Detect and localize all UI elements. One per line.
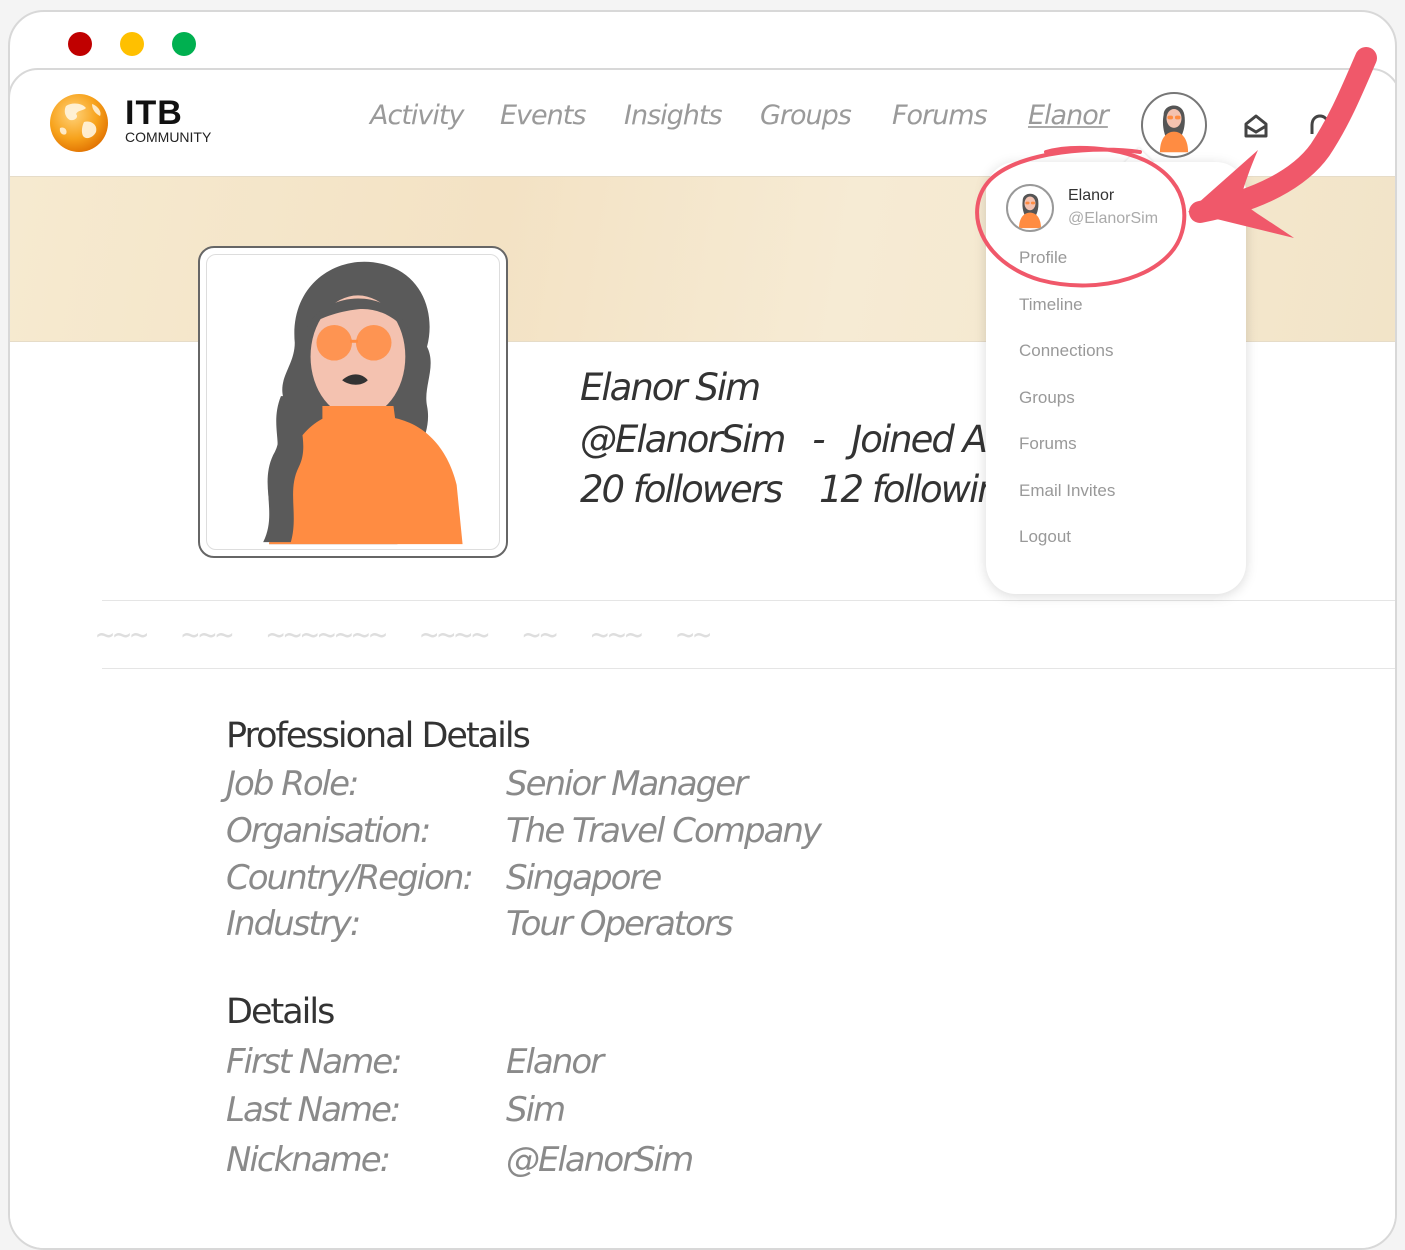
details-title: Details bbox=[226, 992, 335, 1032]
profile-joined: Joined Au bbox=[851, 418, 1009, 461]
country-label: Country/Region: bbox=[226, 858, 474, 898]
dropdown-user-name: Elanor bbox=[1068, 187, 1115, 204]
following-count[interactable]: 12 followin bbox=[819, 468, 1001, 511]
dropdown-user-handle: @ElanorSim bbox=[1068, 210, 1159, 227]
tabs-placeholder: ~~~ ~~~ ~~~~~~~ ~~~~ ~~ ~~~ ~~ bbox=[96, 618, 711, 653]
menu-item-groups[interactable]: Groups bbox=[1019, 388, 1075, 408]
browser-window: ITB COMMUNITY Activity Events Insights G… bbox=[8, 10, 1397, 1250]
window-maximize-dot[interactable] bbox=[172, 32, 196, 56]
industry-value: Tour Operators bbox=[506, 904, 734, 944]
profile-name: Elanor Sim bbox=[580, 366, 761, 409]
inbox-icon[interactable] bbox=[1240, 110, 1272, 142]
divider-bottom bbox=[102, 668, 1395, 669]
nav-item-activity[interactable]: Activity bbox=[370, 100, 464, 131]
first-name-value: Elanor bbox=[506, 1042, 604, 1082]
industry-label: Industry: bbox=[226, 904, 361, 944]
logo-title: ITB bbox=[125, 94, 183, 132]
menu-item-email-invites[interactable]: Email Invites bbox=[1019, 481, 1115, 501]
first-name-label: First Name: bbox=[226, 1042, 403, 1082]
profile-meta-line: @ElanorSim - Joined Au bbox=[580, 418, 1009, 461]
globe-logo-icon[interactable] bbox=[48, 92, 110, 154]
nav-item-insights[interactable]: Insights bbox=[624, 100, 723, 131]
nav-item-groups[interactable]: Groups bbox=[760, 100, 852, 131]
professional-details-title: Professional Details bbox=[226, 716, 531, 756]
logo-subtitle: COMMUNITY bbox=[125, 129, 212, 145]
bell-icon[interactable] bbox=[1304, 110, 1336, 142]
profile-photo[interactable] bbox=[198, 246, 508, 558]
menu-item-profile[interactable]: Profile bbox=[1019, 248, 1067, 268]
last-name-label: Last Name: bbox=[226, 1090, 401, 1130]
avatar-icon bbox=[1019, 193, 1041, 229]
nickname-label: Nickname: bbox=[226, 1140, 391, 1180]
page-content: ITB COMMUNITY Activity Events Insights G… bbox=[10, 68, 1395, 1248]
profile-stats: 20 followers 12 followin bbox=[580, 468, 1001, 511]
window-close-dot[interactable] bbox=[68, 32, 92, 56]
organisation-value: The Travel Company bbox=[506, 811, 822, 851]
last-name-value: Sim bbox=[506, 1090, 566, 1130]
followers-count[interactable]: 20 followers bbox=[580, 468, 783, 511]
profile-handle: @ElanorSim bbox=[580, 418, 786, 461]
profile-separator: - bbox=[812, 418, 825, 461]
organisation-label: Organisation: bbox=[226, 811, 431, 851]
menu-item-forums[interactable]: Forums bbox=[1019, 434, 1077, 454]
menu-item-connections[interactable]: Connections bbox=[1019, 341, 1114, 361]
window-minimize-dot[interactable] bbox=[120, 32, 144, 56]
nav-item-forums[interactable]: Forums bbox=[892, 100, 988, 131]
country-value: Singapore bbox=[506, 858, 662, 898]
divider-top bbox=[102, 600, 1395, 601]
profile-illustration bbox=[263, 261, 463, 545]
job-role-label: Job Role: bbox=[226, 764, 359, 804]
menu-item-timeline[interactable]: Timeline bbox=[1019, 295, 1083, 315]
nav-item-events[interactable]: Events bbox=[500, 100, 586, 131]
logo-text[interactable]: ITB COMMUNITY bbox=[125, 96, 211, 144]
nickname-value: @ElanorSim bbox=[506, 1140, 694, 1180]
nav-item-user[interactable]: Elanor bbox=[1028, 100, 1109, 131]
job-role-value: Senior Manager bbox=[506, 764, 748, 804]
user-dropdown-menu: Elanor @ElanorSim Profile Timeline Conne… bbox=[986, 162, 1246, 594]
dropdown-avatar[interactable] bbox=[1006, 184, 1054, 232]
menu-item-logout[interactable]: Logout bbox=[1019, 527, 1071, 547]
avatar-icon bbox=[1159, 105, 1189, 153]
